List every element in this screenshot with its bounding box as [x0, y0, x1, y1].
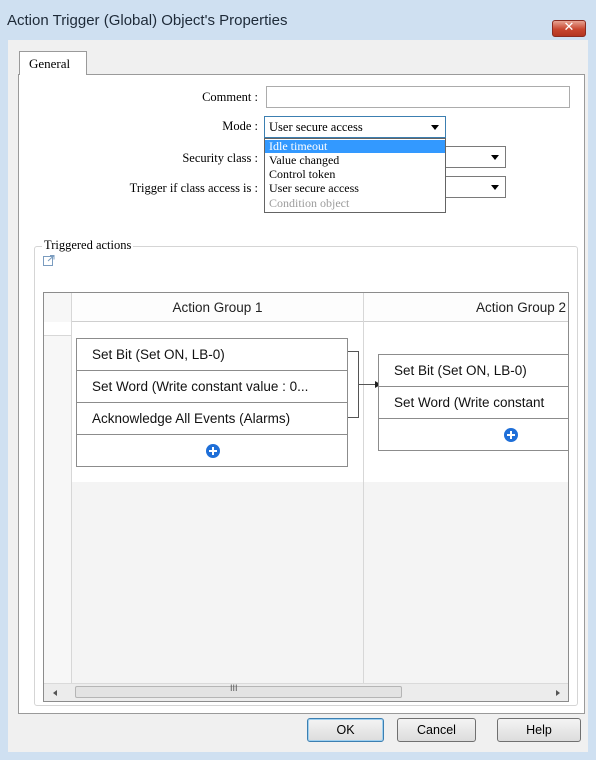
mode-select[interactable]: User secure access — [264, 116, 446, 138]
tab-general-label: General — [29, 56, 71, 71]
title-bar[interactable]: Action Trigger (Global) Object's Propert… — [0, 0, 596, 40]
mode-option-value-changed[interactable]: Value changed — [265, 154, 445, 167]
action-group-2-header[interactable]: Action Group 2 — [364, 293, 568, 322]
window-title: Action Trigger (Global) Object's Propert… — [7, 12, 288, 29]
action-group-1-header[interactable]: Action Group 1 — [72, 293, 363, 322]
scroll-left-icon[interactable] — [53, 690, 57, 696]
action-group-1-item[interactable]: Set Bit (Set ON, LB-0) — [76, 338, 348, 371]
action-group-1-item[interactable]: Acknowledge All Events (Alarms) — [76, 402, 348, 435]
add-icon[interactable] — [504, 428, 518, 442]
action-group-1-add-row[interactable] — [76, 434, 348, 467]
mode-option-control-token[interactable]: Control token — [265, 168, 445, 181]
cancel-button[interactable]: Cancel — [397, 718, 476, 742]
close-icon: ✕ — [563, 20, 575, 35]
help-button[interactable]: Help — [497, 718, 581, 742]
action-group-1-item[interactable]: Set Word (Write constant value : 0... — [76, 370, 348, 403]
row-header-column — [44, 293, 72, 683]
mode-dropdown-list: Idle timeout Value changed Control token… — [264, 138, 446, 213]
ok-button[interactable]: OK — [307, 718, 384, 742]
horizontal-scrollbar[interactable]: III — [44, 683, 568, 701]
close-button[interactable]: ✕ — [552, 20, 586, 37]
combo-arrow-icon — [431, 125, 439, 130]
security-class-label: Security class : — [182, 151, 258, 165]
action-group-2-item[interactable]: Set Word (Write constant — [378, 386, 568, 419]
mode-label: Mode : — [222, 119, 258, 133]
combo-arrow-icon — [491, 155, 499, 160]
action-group-2-add-row[interactable] — [378, 418, 568, 451]
mode-option-idle-timeout[interactable]: Idle timeout — [265, 140, 445, 153]
comment-field[interactable] — [266, 86, 570, 108]
comment-label: Comment : — [202, 90, 258, 104]
mode-option-user-secure-access[interactable]: User secure access — [265, 182, 445, 195]
scrollbar-thumb[interactable]: III — [75, 683, 402, 698]
row-header-cell — [44, 322, 72, 336]
popout-icon[interactable] — [43, 255, 55, 266]
scrollbar-grip: III — [230, 683, 238, 693]
combo-arrow-icon — [491, 185, 499, 190]
triggered-actions-legend: Triggered actions — [42, 238, 134, 253]
scroll-right-icon[interactable] — [556, 690, 560, 696]
mode-select-value: User secure access — [269, 120, 363, 134]
mode-option-condition-object: Condition object — [269, 196, 350, 210]
action-groups-grid: Action Group 1 Action Group 2 Set Bit (S… — [43, 292, 569, 702]
action-group-2-item[interactable]: Set Bit (Set ON, LB-0) — [378, 354, 568, 387]
add-icon[interactable] — [206, 444, 220, 458]
trigger-access-label: Trigger if class access is : — [129, 181, 258, 195]
tab-general[interactable]: General — [19, 51, 87, 75]
